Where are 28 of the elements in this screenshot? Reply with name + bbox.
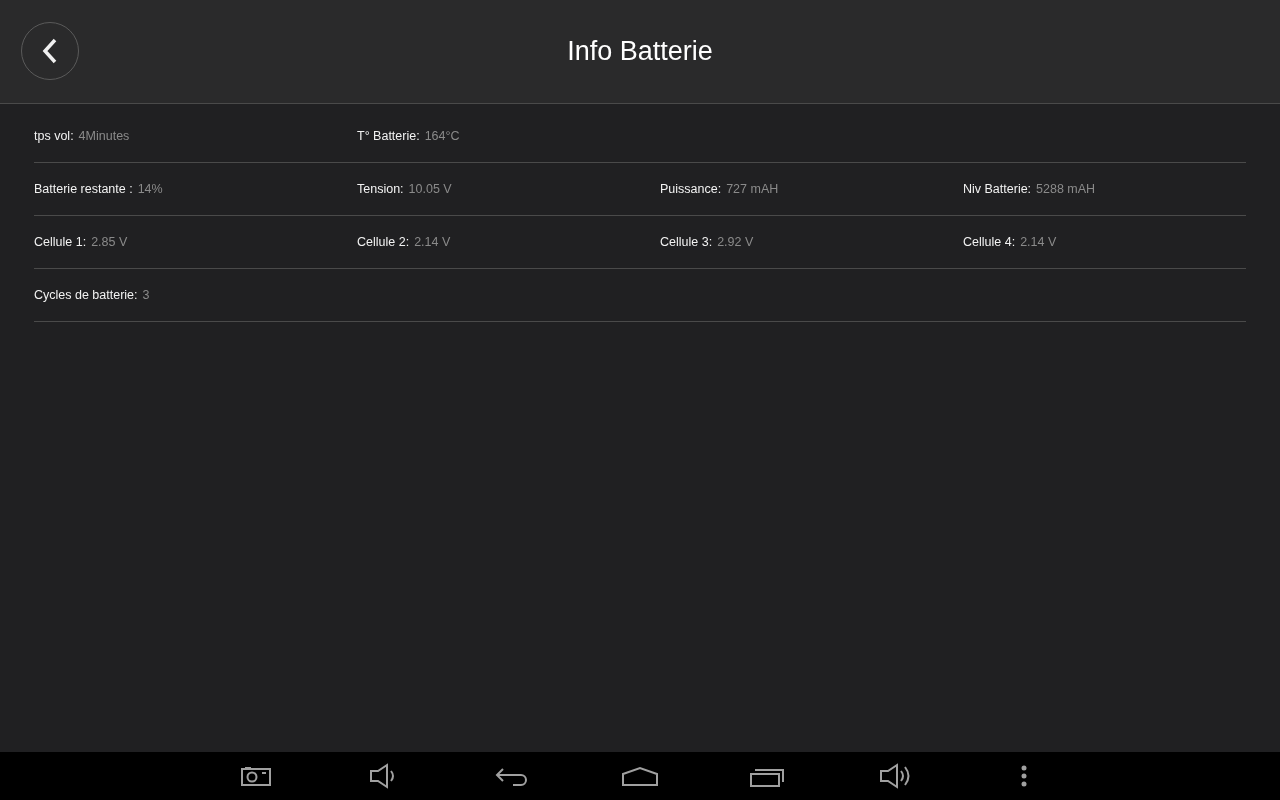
chevron-left-icon (42, 38, 58, 64)
field-value: 2.14 V (414, 235, 451, 249)
field-value: 5288 mAH (1036, 182, 1096, 196)
field-label: Cellule 2: (357, 235, 410, 249)
field-label: tps vol: (34, 129, 74, 143)
field-label: Puissance: (660, 182, 722, 196)
home-icon (621, 766, 659, 786)
field-label: Cellule 1: (34, 235, 87, 249)
back-icon (495, 766, 529, 786)
field-label: Cellule 3: (660, 235, 713, 249)
field-label: Cycles de batterie: (34, 288, 138, 302)
field-value: 2.92 V (717, 235, 754, 249)
field-value: 3 (142, 288, 150, 302)
overflow-menu-icon (1021, 765, 1027, 787)
field-label: Niv Batterie: (963, 182, 1032, 196)
field-value: 2.85 V (91, 235, 128, 249)
field-label: Batterie restante : (34, 182, 133, 196)
page-title: Info Batterie (567, 36, 713, 67)
field-value: 164°C (424, 129, 460, 143)
field-value: 14% (137, 182, 163, 196)
field-value: 10.05 V (408, 182, 452, 196)
field-label: T° Batterie: (357, 129, 420, 143)
camera-icon (241, 766, 271, 786)
field-value: 2.14 V (1020, 235, 1057, 249)
field-value: 727 mAH (726, 182, 779, 196)
field-value: 4Minutes (78, 129, 130, 143)
field-label: Tension: (357, 182, 404, 196)
field-label: Cellule 4: (963, 235, 1016, 249)
